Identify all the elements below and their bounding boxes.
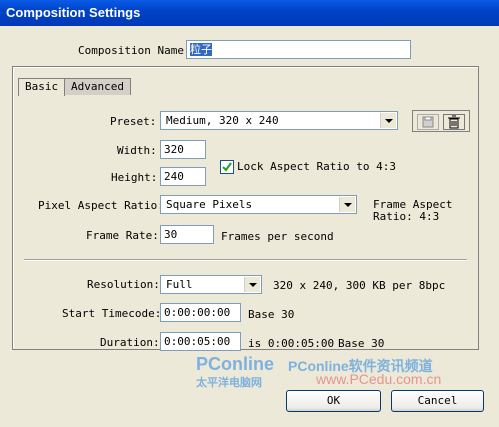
width-input[interactable]: 320 [160, 140, 206, 159]
width-label: Width: [117, 144, 157, 157]
resolution-label: Resolution: [87, 278, 160, 291]
tab-advanced[interactable]: Advanced [64, 78, 131, 95]
window-title: Composition Settings [6, 5, 141, 20]
divider [24, 259, 467, 261]
duration-label: Duration: [100, 336, 160, 349]
chevron-down-icon [244, 277, 260, 292]
start-timecode-input[interactable]: 0:00:00:00 [160, 303, 241, 322]
delete-preset-button[interactable] [443, 114, 465, 130]
chevron-down-icon [380, 113, 396, 128]
height-label: Height: [111, 171, 158, 184]
composition-name-label: Composition Name: [78, 44, 191, 57]
frame-rate-input[interactable]: 30 [160, 225, 214, 244]
height-input[interactable]: 240 [160, 167, 206, 186]
watermark-url: www.PCedu.com.cn [316, 371, 442, 387]
cancel-button[interactable]: Cancel [391, 390, 484, 412]
trash-icon [448, 115, 460, 129]
tab-basic[interactable]: Basic [18, 78, 66, 96]
duration-base: Base 30 [338, 337, 385, 350]
save-icon [422, 116, 434, 128]
save-preset-button[interactable] [417, 114, 439, 130]
resolution-select[interactable]: Full [160, 275, 262, 294]
start-timecode-label: Start Timecode: [62, 307, 162, 320]
checkmark-icon [222, 162, 232, 172]
title-bar[interactable]: Composition Settings [0, 0, 499, 26]
duration-info: is 0:00:05:00 [248, 337, 335, 350]
frame-rate-unit: Frames per second [221, 230, 334, 243]
ok-button[interactable]: OK [286, 390, 381, 412]
start-timecode-base: Base 30 [248, 308, 295, 321]
preset-select[interactable]: Medium, 320 x 240 [160, 111, 398, 130]
pixel-aspect-label: Pixel Aspect Ratio: [38, 199, 164, 212]
watermark-sub: 太平洋电脑网 [196, 377, 262, 389]
lock-aspect-checkbox[interactable] [220, 160, 234, 174]
frame-aspect-line2: Ratio: 4:3 [373, 210, 440, 223]
preset-button-group [412, 110, 470, 132]
frame-rate-label: Frame Rate: [86, 229, 159, 242]
composition-name-input[interactable]: 粒子 [186, 40, 411, 59]
resolution-info: 320 x 240, 300 KB per 8bpc [273, 279, 446, 292]
duration-input[interactable]: 0:00:05:00 [160, 332, 241, 351]
watermark-brand: PConline [196, 354, 275, 374]
pixel-aspect-select[interactable]: Square Pixels [160, 195, 357, 214]
chevron-down-icon [339, 197, 355, 212]
lock-aspect-label: Lock Aspect Ratio to 4:3 [237, 160, 396, 173]
preset-label: Preset: [110, 115, 157, 128]
